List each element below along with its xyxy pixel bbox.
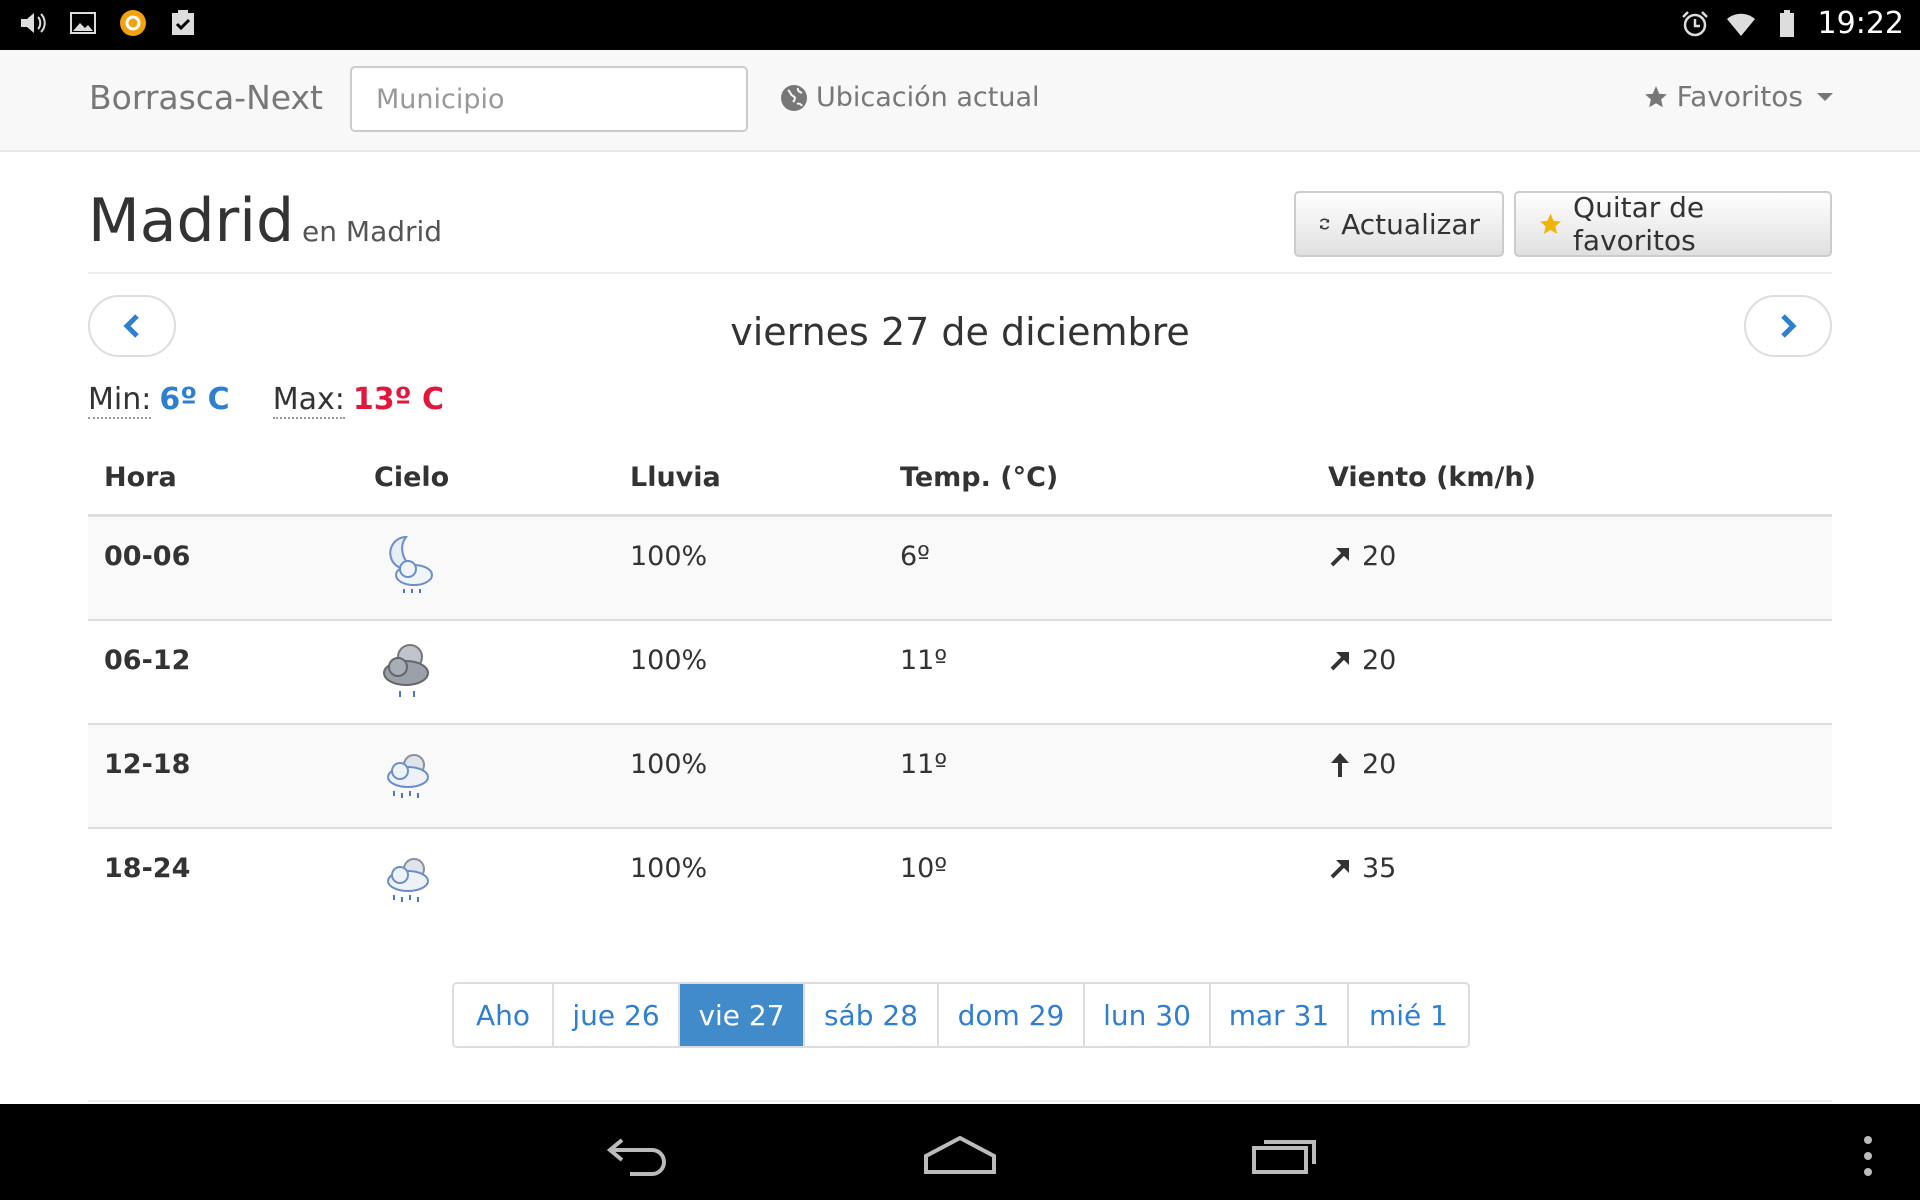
volume-icon <box>21 13 46 33</box>
globe-icon <box>781 84 807 111</box>
back-icon[interactable] <box>600 1136 670 1176</box>
day-title: viernes 27 de diciembre <box>730 310 1190 354</box>
row-temp: 11º <box>900 645 948 676</box>
status-time: 19:22 <box>1817 6 1904 41</box>
chevron-right-icon <box>1781 314 1797 338</box>
min-label: Min: <box>88 382 152 419</box>
page-mie-1[interactable]: mié 1 <box>1349 984 1468 1046</box>
table-row: 06-12 100% 11º 20 <box>88 621 1832 725</box>
max-temperature: 13º C <box>352 382 444 417</box>
wifi-icon <box>1726 13 1755 36</box>
row-hora: 12-18 <box>104 749 191 780</box>
current-location-link[interactable]: Ubicación actual <box>780 82 1040 113</box>
min-temperature: 6º C <box>159 382 230 417</box>
next-day-button[interactable] <box>1744 295 1832 357</box>
table-row: 00-06 100% 6º 20 <box>88 517 1832 621</box>
row-wind: 20 <box>1328 645 1396 676</box>
row-lluvia: 100% <box>630 645 708 676</box>
page-mar-31[interactable]: mar 31 <box>1211 984 1349 1046</box>
page-today[interactable]: Aho <box>454 984 554 1046</box>
row-hora: 00-06 <box>104 541 191 572</box>
cloud-rain-icon <box>387 858 429 902</box>
row-lluvia: 100% <box>630 749 708 780</box>
alarm-icon <box>1681 10 1708 36</box>
remove-favorite-label: Quitar de favoritos <box>1573 191 1705 257</box>
remove-favorite-button[interactable]: Quitar de favoritos <box>1514 191 1832 257</box>
city-name: Madrid <box>88 186 295 256</box>
image-icon <box>70 12 96 34</box>
page-jue-26[interactable]: jue 26 <box>554 984 680 1046</box>
column-header-viento: Viento (km/h) <box>1328 462 1536 493</box>
star-icon <box>1540 213 1561 234</box>
chevron-down-icon <box>1817 92 1833 101</box>
arrow-north-icon <box>1331 752 1349 777</box>
page-lun-30[interactable]: lun 30 <box>1085 984 1211 1046</box>
row-temp: 11º <box>900 749 948 780</box>
row-lluvia: 100% <box>630 853 708 884</box>
top-navbar: Borrasca-Next Ubicación actual Favoritos <box>0 50 1920 152</box>
brand-link[interactable]: Borrasca-Next <box>89 78 323 117</box>
row-hora: 18-24 <box>104 853 191 884</box>
overflow-menu-icon[interactable] <box>1858 1134 1878 1178</box>
refresh-label: Actualizar <box>1341 207 1480 241</box>
table-row: 12-18 100% 11º 20 <box>88 725 1832 829</box>
region-subtitle: en Madrid <box>302 215 443 248</box>
arrow-northeast-icon <box>1330 859 1349 878</box>
row-wind: 20 <box>1328 749 1396 780</box>
row-temp: 10º <box>900 853 948 884</box>
battery-icon <box>1779 9 1794 37</box>
header-divider <box>88 272 1832 274</box>
status-bar: 19:22 <box>0 0 1920 50</box>
recent-apps-icon[interactable] <box>1250 1134 1320 1174</box>
clipboard-check-icon <box>172 10 194 35</box>
page-vie-27[interactable]: vie 27 <box>680 984 805 1046</box>
current-location-label: Ubicación actual <box>816 82 1040 113</box>
system-navigation-bar <box>0 1104 1920 1200</box>
refresh-button[interactable]: Actualizar <box>1294 191 1504 257</box>
arrow-northeast-icon <box>1330 547 1349 566</box>
night-cloud-rain-icon <box>389 535 433 593</box>
column-header-temp: Temp. (°C) <box>900 462 1059 493</box>
page-dom-29[interactable]: dom 29 <box>939 984 1085 1046</box>
row-lluvia: 100% <box>630 541 708 572</box>
municipio-search-input[interactable] <box>350 66 748 132</box>
star-icon <box>1644 85 1667 107</box>
app-icon <box>120 10 146 36</box>
storm-cloud-rain-icon <box>383 644 429 697</box>
row-wind-speed: 20 <box>1362 541 1397 572</box>
cloud-rain-icon <box>387 754 429 798</box>
row-wind-speed: 20 <box>1362 749 1397 780</box>
favorites-dropdown[interactable]: Favoritos <box>1643 80 1833 113</box>
favorites-label: Favoritos <box>1676 80 1803 113</box>
column-header-cielo: Cielo <box>374 462 450 493</box>
column-header-lluvia: Lluvia <box>630 462 721 493</box>
max-label: Max: <box>272 382 345 419</box>
day-pagination: Aho jue 26 vie 27 sáb 28 dom 29 lun 30 m… <box>452 982 1470 1048</box>
row-wind-speed: 20 <box>1362 645 1397 676</box>
min-max-summary: Min: 6º C Max: 13º C <box>88 382 444 419</box>
table-row: 18-24 100% 10º 35 <box>88 829 1832 933</box>
row-temp: 6º <box>900 541 930 572</box>
row-wind-speed: 35 <box>1362 853 1397 884</box>
column-header-hora: Hora <box>104 462 177 493</box>
page-title: Madrid en Madrid <box>88 186 442 256</box>
page-sab-28[interactable]: sáb 28 <box>805 984 939 1046</box>
refresh-icon <box>1319 218 1330 230</box>
home-icon[interactable] <box>922 1134 998 1174</box>
arrow-northeast-icon <box>1330 651 1349 670</box>
row-wind: 35 <box>1328 853 1396 884</box>
row-hora: 06-12 <box>104 645 191 676</box>
row-wind: 20 <box>1328 541 1396 572</box>
footer-divider <box>88 1100 1832 1102</box>
